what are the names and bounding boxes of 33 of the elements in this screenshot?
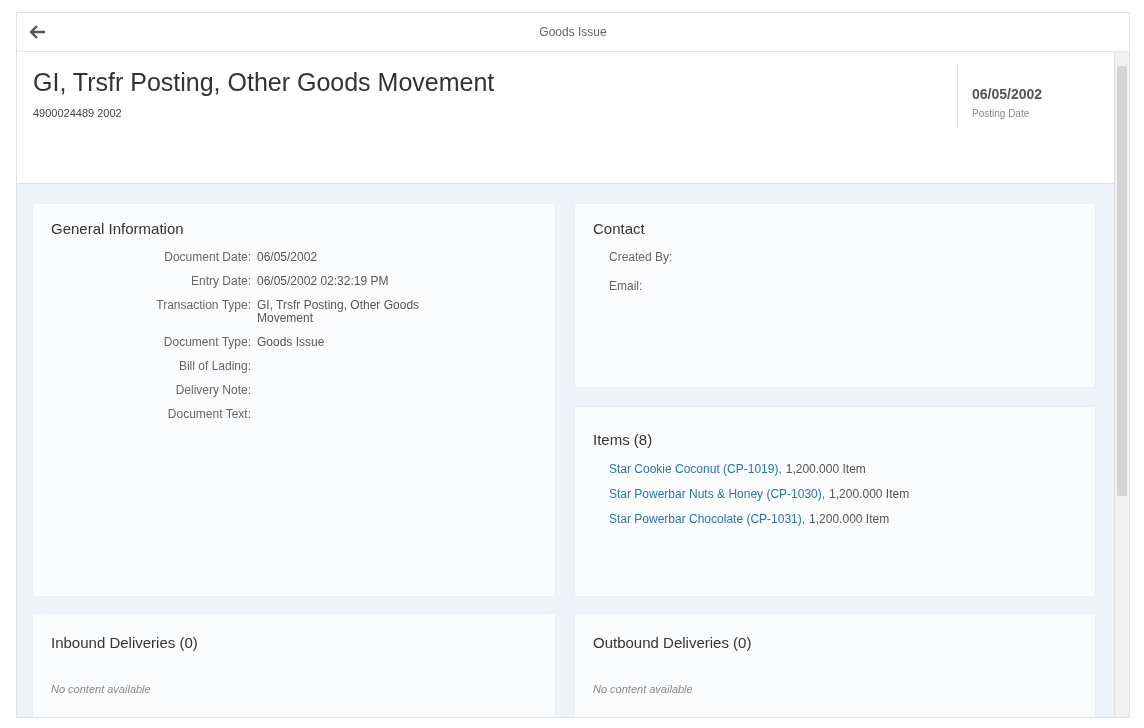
document-number: 4900024489 2002 bbox=[33, 107, 123, 119]
field-label: Created By: bbox=[609, 251, 673, 264]
page-title: Goods Issue bbox=[539, 25, 607, 39]
field-value: 06/05/2002 bbox=[257, 251, 319, 264]
empty-message: No content available bbox=[593, 683, 693, 695]
field-value: GI, Trsfr Posting, Other Goods Movement bbox=[257, 299, 421, 325]
document-title: GI, Trsfr Posting, Other Goods Movement bbox=[33, 68, 496, 97]
field-value: Goods Issue bbox=[257, 336, 326, 349]
posting-date-label: Posting Date bbox=[972, 108, 1031, 119]
item-link[interactable]: Star Powerbar Chocolate (CP-1031), bbox=[609, 512, 806, 526]
item-link[interactable]: Star Powerbar Nuts & Honey (CP-1030), bbox=[609, 487, 826, 501]
item-quantity: 1,200.000 Item bbox=[809, 512, 890, 526]
field-label: Document Text: bbox=[166, 408, 251, 421]
section-title: Outbound Deliveries (0) bbox=[593, 634, 753, 651]
item-link[interactable]: Star Cookie Coconut (CP-1019), bbox=[609, 462, 782, 476]
field-label: Delivery Note: bbox=[174, 384, 251, 397]
field-label: Entry Date: bbox=[189, 275, 251, 288]
section-title: Items (8) bbox=[593, 431, 654, 448]
item-quantity: 1,200.000 Item bbox=[829, 487, 910, 501]
empty-message: No content available bbox=[51, 683, 151, 695]
field-label: Bill of Lading: bbox=[177, 360, 251, 373]
field-label: Email: bbox=[609, 280, 643, 293]
posting-date: 06/05/2002 bbox=[972, 86, 1044, 102]
section-title: General Information bbox=[51, 220, 185, 237]
field-label: Document Date: bbox=[163, 251, 251, 264]
scrollbar[interactable] bbox=[1114, 52, 1129, 717]
item-quantity: 1,200.000 Item bbox=[785, 462, 866, 476]
field-value: 06/05/2002 02:32:19 PM bbox=[257, 275, 390, 288]
back-arrow-icon bbox=[30, 25, 46, 39]
field-label: Document Type: bbox=[162, 336, 251, 349]
field-label: Transaction Type: bbox=[155, 299, 251, 314]
section-title: Inbound Deliveries (0) bbox=[51, 634, 199, 651]
section-title: Contact bbox=[593, 220, 646, 237]
